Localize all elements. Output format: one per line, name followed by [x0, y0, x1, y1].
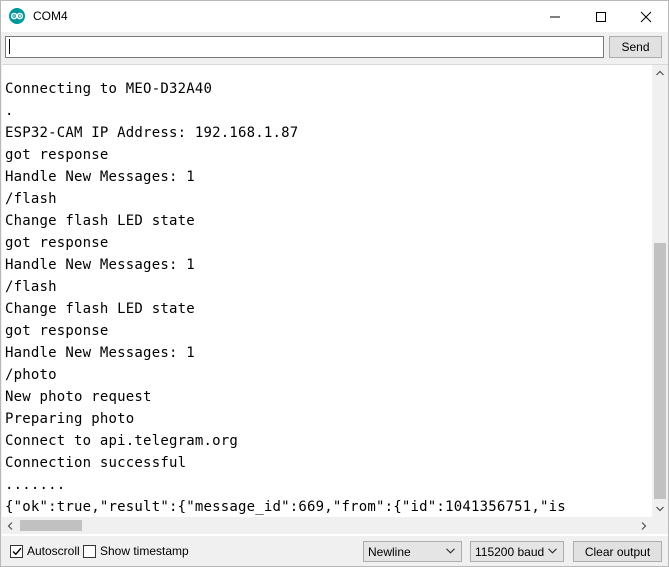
autoscroll-label: Autoscroll — [27, 544, 80, 558]
close-button[interactable] — [623, 1, 669, 32]
send-button[interactable]: Send — [609, 36, 662, 58]
output-line: Preparing photo — [5, 411, 135, 427]
minimize-icon — [550, 16, 560, 17]
output-line: Change flash LED state — [5, 213, 195, 229]
scroll-down-arrow-icon[interactable] — [652, 501, 668, 517]
clear-output-button[interactable]: Clear output — [573, 541, 662, 562]
text-caret — [9, 39, 10, 54]
scrollbar-corner — [652, 517, 668, 534]
output-line: got response — [5, 235, 109, 251]
scroll-left-arrow-icon[interactable] — [2, 517, 18, 534]
serial-monitor-window: COM4 Send Connecting to MEO-D32A40. ESP32… — [0, 0, 669, 567]
baud-rate-value: 115200 baud — [475, 545, 545, 559]
serial-output-area[interactable]: Connecting to MEO-D32A40. ESP32-CAM IP Ad… — [2, 64, 668, 536]
horizontal-scrollbar[interactable] — [2, 517, 652, 534]
checkmark-icon — [12, 547, 22, 556]
close-icon — [640, 11, 652, 22]
output-line: /photo — [5, 367, 57, 383]
scroll-right-arrow-icon[interactable] — [636, 517, 652, 534]
maximize-icon — [596, 11, 606, 22]
scroll-up-arrow-icon[interactable] — [652, 65, 668, 81]
output-line: /flash — [5, 191, 57, 207]
show-timestamp-checkbox[interactable] — [83, 545, 96, 558]
output-line: Handle New Messages: 1 — [5, 257, 195, 273]
vertical-scroll-thumb[interactable] — [654, 243, 666, 499]
send-toolbar: Send — [1, 32, 668, 64]
output-line: {"ok":true,"result":{"message_id":669,"f… — [5, 499, 566, 515]
output-line: Handle New Messages: 1 — [5, 169, 195, 185]
output-line: Connect to api.telegram.org — [5, 433, 238, 449]
output-line: got response — [5, 147, 109, 163]
line-ending-value: Newline — [368, 545, 411, 559]
status-bar: Autoscroll Show timestamp Newline 115200… — [1, 537, 668, 566]
output-line: Connection successful — [5, 455, 187, 471]
output-line: ESP32-CAM IP Address: 192.168.1.87 — [5, 125, 299, 141]
serial-input[interactable] — [5, 36, 604, 58]
show-timestamp-label: Show timestamp — [100, 544, 189, 558]
minimize-button[interactable] — [532, 1, 578, 32]
window-title: COM4 — [33, 9, 68, 23]
line-ending-select[interactable]: Newline — [363, 541, 462, 562]
title-bar: COM4 — [1, 1, 668, 32]
maximize-button[interactable] — [578, 1, 624, 32]
vertical-scrollbar[interactable] — [652, 65, 668, 517]
chevron-down-icon — [446, 548, 455, 554]
horizontal-scroll-thumb[interactable] — [20, 520, 82, 531]
output-line: /flash — [5, 279, 57, 295]
chevron-down-icon — [548, 548, 557, 554]
output-line: New photo request — [5, 389, 152, 405]
output-line: got response — [5, 323, 109, 339]
output-line: Change flash LED state — [5, 301, 195, 317]
output-line: ....... — [5, 477, 66, 493]
autoscroll-checkbox[interactable] — [10, 545, 23, 558]
output-line: . — [5, 103, 14, 119]
baud-rate-select[interactable]: 115200 baud — [470, 541, 564, 562]
output-line: Handle New Messages: 1 — [5, 345, 195, 361]
output-line: Connecting to MEO-D32A40 — [5, 81, 213, 97]
arduino-icon — [9, 8, 25, 24]
serial-output-text: Connecting to MEO-D32A40. ESP32-CAM IP Ad… — [5, 78, 650, 518]
